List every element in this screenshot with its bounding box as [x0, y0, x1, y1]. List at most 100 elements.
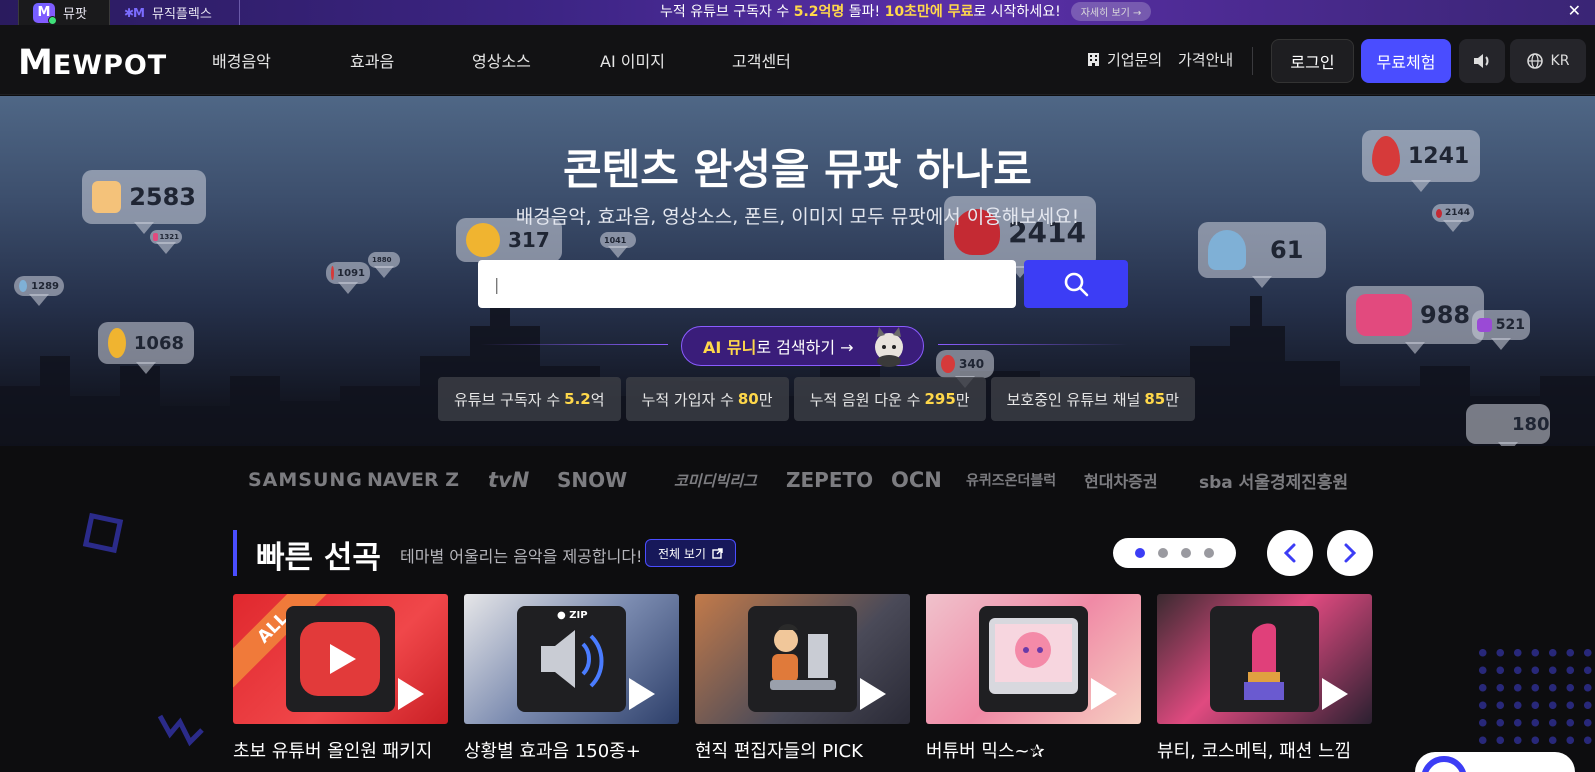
view-all-label: 전체 보기: [658, 546, 706, 561]
logo-hyundai-securities: 현대차증권: [1084, 472, 1158, 491]
play-icon[interactable]: [1091, 678, 1117, 710]
login-button[interactable]: 로그인: [1271, 39, 1354, 83]
hero-subtitle: 배경음악, 효과음, 영상소스, 폰트, 이미지 모두 뮤팟에서 이용해보세요!: [515, 206, 1080, 228]
card-tile: ● ZIP: [517, 606, 626, 712]
bubble-count: 61: [1270, 236, 1304, 264]
card-tile: [748, 606, 857, 712]
stat-value: 295: [924, 390, 956, 408]
stat-subscribers: 유튜브 구독자 수 5.2 억: [438, 377, 621, 421]
stat-channels: 보호중인 유튜브 채널 85 만: [990, 377, 1196, 421]
logo-ocn: OCN: [891, 468, 942, 492]
search-field[interactable]: [478, 260, 1016, 308]
corporate-link[interactable]: 기업문의: [1086, 49, 1162, 70]
tab-mewpot[interactable]: M 뮤팟: [18, 0, 110, 25]
quick-pick-card[interactable]: [695, 594, 910, 724]
stat-value: 85: [1144, 390, 1166, 408]
pricing-link[interactable]: 가격안내: [1178, 49, 1233, 70]
stat-value: 80: [737, 390, 759, 408]
smile-icon: [108, 328, 126, 358]
nav-item-sfx[interactable]: 효과음: [350, 48, 394, 72]
next-button[interactable]: [1327, 530, 1373, 576]
ai-search-button[interactable]: AI 뮤니 로 검색하기 →: [681, 326, 924, 367]
quick-pick-card[interactable]: [1157, 594, 1372, 724]
card-title[interactable]: 버튜버 믹스~✰: [926, 737, 1045, 763]
play-icon[interactable]: [629, 678, 655, 710]
bubble-count: 1321: [159, 233, 179, 241]
sound-toggle-button[interactable]: [1459, 39, 1505, 83]
tab-musicflex[interactable]: ✱M 뮤직플렉스: [110, 0, 240, 25]
card-title[interactable]: 현직 편집자들의 PICK: [695, 737, 863, 763]
stat-value: 5.2: [564, 390, 591, 408]
musicflex-logo-icon: ✱M: [124, 5, 145, 20]
social-bubble: 340: [936, 350, 994, 388]
nav-divider: [1252, 47, 1253, 75]
pagination-dot[interactable]: [1158, 548, 1168, 558]
bubble-count: 180: [1512, 413, 1550, 435]
social-bubble: 1880: [368, 252, 400, 278]
pagination-dot[interactable]: [1204, 548, 1214, 558]
promo-pre: 누적 유튜브 구독자 수: [660, 4, 790, 20]
play-icon[interactable]: [1322, 678, 1348, 710]
page: M 뮤팟 ✱M 뮤직플렉스 누적 유튜브 구독자 수 5.2억명 돌파! 10초…: [0, 0, 1595, 772]
social-bubble: 1321: [150, 230, 182, 254]
nav-item-bgm[interactable]: 배경음악: [212, 48, 271, 72]
stat-label: 보호중인 유튜브 채널: [1006, 390, 1141, 409]
bubble-count: 1041: [604, 235, 627, 245]
decorative-square: [82, 512, 124, 554]
lipstick-icon: [1244, 623, 1284, 700]
play-icon[interactable]: [398, 678, 424, 710]
bubble-count: 317: [508, 228, 550, 252]
promo-post: 로 시작하세요!: [973, 4, 1061, 20]
social-bubble: 61: [1198, 222, 1326, 288]
nav-item-video[interactable]: 영상소스: [472, 48, 531, 72]
logo-you-quiz: 유퀴즈온더블럭: [966, 473, 1057, 489]
stat-signups: 누적 가입자 수 80 만: [625, 377, 789, 421]
decorative-zigzag: [158, 714, 204, 747]
cat-mascot-icon: [875, 327, 903, 367]
quick-pick-card[interactable]: ● ZIP: [464, 594, 679, 724]
card-title[interactable]: 뷰티, 코스메틱, 패션 느낌: [1157, 737, 1351, 763]
logo-tvn: tvN: [488, 468, 530, 492]
nav-item-ai-image[interactable]: AI 이미지: [600, 48, 665, 72]
promo-text: 누적 유튜브 구독자 수 5.2억명 돌파! 10초만에 무료로 시작하세요! …: [660, 0, 1152, 22]
promo-banner: M 뮤팟 ✱M 뮤직플렉스 누적 유튜브 구독자 수 5.2억명 돌파! 10초…: [0, 0, 1595, 25]
ai-highlight: AI 뮤니: [703, 338, 757, 357]
promo-highlight: 5.2억명: [793, 4, 845, 20]
editor-person-icon: [770, 624, 836, 690]
logo-comedy-big-league: 코미디빅리그: [674, 471, 757, 490]
logo-snow: SNOW: [557, 468, 628, 492]
pagination-dot[interactable]: [1135, 548, 1145, 558]
promo-mid: 돌파!: [848, 4, 881, 20]
ai-label: 로 검색하기 →: [756, 338, 854, 357]
language-button[interactable]: KR: [1510, 39, 1586, 83]
prev-button[interactable]: [1267, 530, 1313, 576]
stat-label: 누적 가입자 수: [641, 390, 734, 409]
stat-unit: 만: [955, 390, 970, 409]
search-button[interactable]: [1024, 260, 1128, 308]
search-input[interactable]: [494, 274, 1016, 294]
bubble-count: 340: [959, 357, 985, 371]
social-bubble: 1289: [14, 276, 64, 306]
speaker-icon: [541, 630, 604, 688]
pagination-dot[interactable]: [1181, 548, 1191, 558]
card-title[interactable]: 초보 유튜버 올인원 패키지: [233, 737, 432, 763]
view-all-button[interactable]: 전체 보기: [645, 539, 736, 567]
nav-item-support[interactable]: 고객센터: [732, 48, 791, 72]
play-icon[interactable]: [860, 678, 886, 710]
bubble-count: 988: [1420, 301, 1471, 329]
brand-logo[interactable]: MEWPOT: [18, 43, 167, 83]
user-icon: [1208, 230, 1246, 270]
zip-badge: ● ZIP: [557, 610, 588, 621]
stat-unit: 만: [758, 390, 773, 409]
close-icon[interactable]: ✕: [1568, 0, 1581, 22]
zip-label: ZIP: [569, 610, 588, 621]
bubble-count: 1091: [337, 267, 365, 279]
card-tile: [1210, 606, 1319, 712]
quick-pick-card[interactable]: ALL: [233, 594, 448, 724]
chat-fab-button[interactable]: [1415, 752, 1575, 772]
logo-zepeto: ZEPETO: [786, 468, 874, 492]
free-trial-button[interactable]: 무료체험: [1361, 39, 1451, 83]
quick-pick-card[interactable]: [926, 594, 1141, 724]
promo-more-link[interactable]: 자세히 보기 →: [1070, 1, 1152, 21]
card-title[interactable]: 상황별 효과음 150종+: [464, 737, 641, 763]
